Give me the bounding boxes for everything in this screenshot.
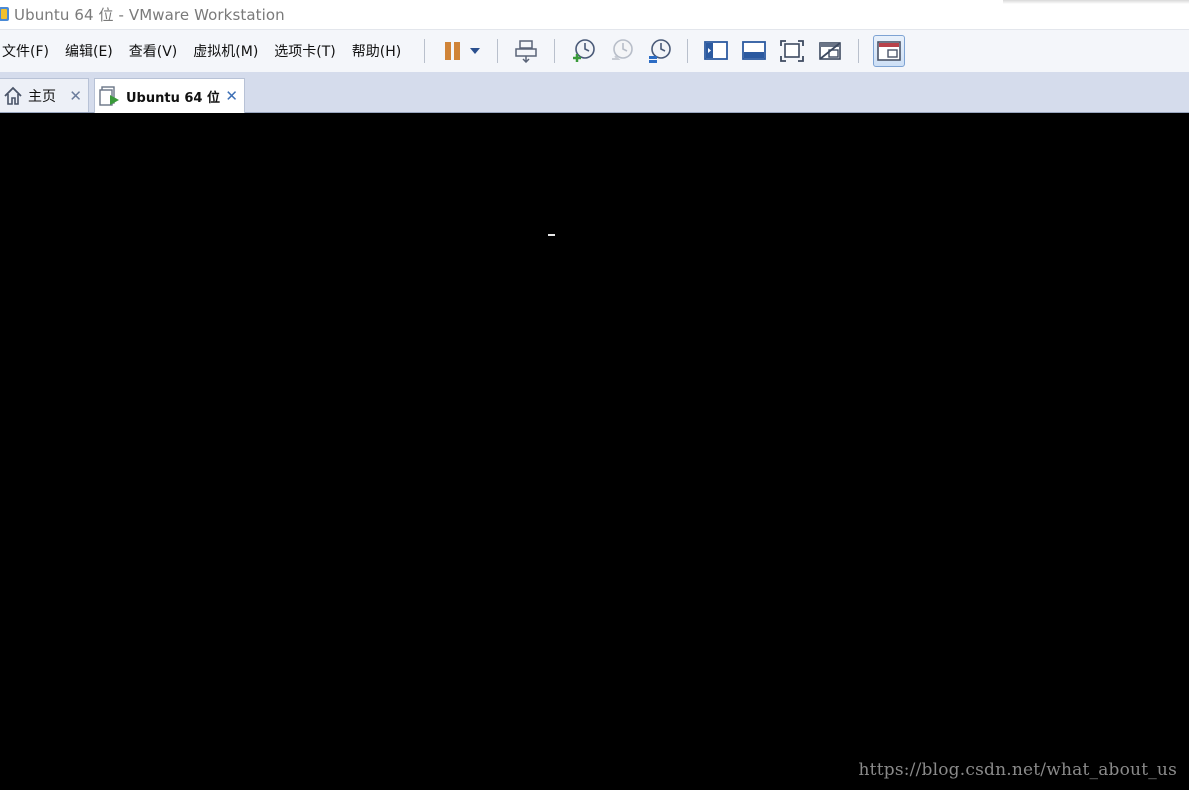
snapshot-manager-button[interactable] (645, 37, 673, 65)
menu-file[interactable]: 文件(F) (0, 41, 57, 61)
watermark: https://blog.csdn.net/what_about_us (858, 760, 1177, 780)
toolbar-separator (497, 39, 499, 63)
menu-toolbar-row: 文件(F) 编辑(E) 查看(V) 虚拟机(M) 选项卡(T) 帮助(H) (0, 29, 1189, 73)
menu-vm[interactable]: 虚拟机(M) (191, 41, 266, 61)
console-view-icon (877, 41, 902, 61)
toolbar-separator (687, 39, 689, 63)
vm-running-icon (99, 85, 121, 107)
full-screen-button[interactable] (778, 37, 806, 65)
show-library-button[interactable] (702, 37, 730, 65)
unity-icon (819, 42, 842, 60)
pause-button[interactable] (439, 37, 467, 65)
tab-ubuntu-vm[interactable]: Ubuntu 64 位 ✕ (94, 78, 245, 113)
show-thumbnail-bar-icon (742, 41, 767, 60)
menu-edit[interactable]: 编辑(E) (63, 41, 121, 61)
take-snapshot-button[interactable] (569, 37, 597, 65)
snapshot-revert-icon (612, 39, 634, 60)
full-screen-icon (780, 40, 805, 62)
window-title: Ubuntu 64 位 - VMware Workstation (14, 5, 285, 24)
tab-label: Ubuntu 64 位 (126, 90, 220, 106)
toolbar-separator (858, 39, 860, 63)
pause-icon (445, 42, 461, 60)
dropdown-arrow-icon (470, 48, 481, 54)
snapshot-take-icon (573, 39, 596, 62)
toolbar-separator (554, 39, 556, 63)
close-icon[interactable]: ✕ (69, 87, 82, 105)
snapshot-manager-icon (649, 39, 672, 63)
vmware-logo-icon (0, 7, 9, 21)
show-library-icon (704, 41, 729, 60)
home-icon (3, 86, 23, 106)
menu-view[interactable]: 查看(V) (127, 41, 186, 61)
title-bar-shadow (1003, 0, 1189, 4)
menu-tabs[interactable]: 选项卡(T) (272, 41, 343, 61)
send-ctrl-alt-del-icon (515, 40, 537, 63)
console-view-button[interactable] (873, 35, 906, 67)
tab-label: 主页 (28, 88, 56, 105)
tab-strip: 主页 ✕ Ubuntu 64 位 ✕ (0, 72, 1189, 113)
close-icon[interactable]: ✕ (225, 87, 238, 105)
vm-console-screen[interactable]: https://blog.csdn.net/what_about_us (0, 113, 1189, 790)
thumbnail-bar-button[interactable] (740, 37, 768, 65)
tab-home[interactable]: 主页 ✕ (0, 78, 89, 112)
revert-snapshot-button[interactable] (607, 37, 635, 65)
power-dropdown-button[interactable] (467, 37, 483, 65)
toolbar-separator (424, 39, 426, 63)
unity-button[interactable] (816, 37, 844, 65)
window-title-bar: Ubuntu 64 位 - VMware Workstation (0, 0, 1189, 28)
menu-help[interactable]: 帮助(H) (350, 41, 409, 61)
text-cursor (548, 234, 555, 236)
send-ctrl-alt-del-button[interactable] (512, 37, 540, 65)
